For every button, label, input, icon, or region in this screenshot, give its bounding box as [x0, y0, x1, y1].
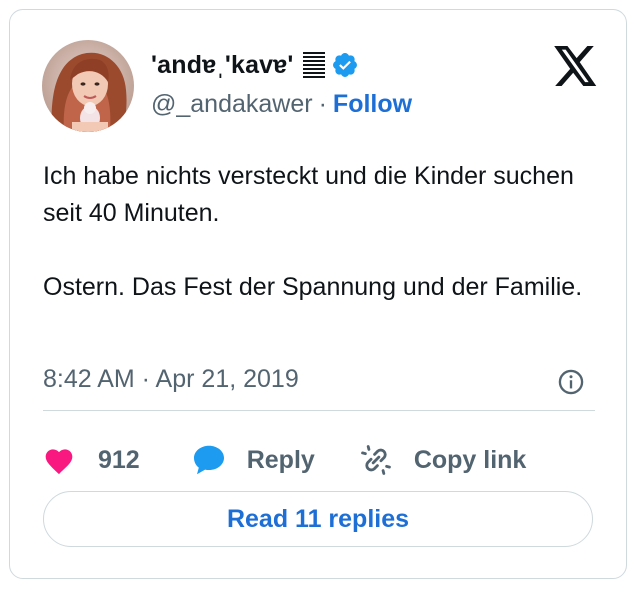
verified-badge-icon: [332, 53, 357, 77]
author-handle[interactable]: @_andakawer: [151, 90, 313, 119]
divider: [43, 410, 595, 411]
copy-link-button[interactable]: Copy link: [359, 443, 527, 477]
follow-button[interactable]: Follow: [333, 90, 412, 119]
tweet-paragraph: Ich habe nichts versteckt und die Kinder…: [43, 162, 574, 227]
author-display-name[interactable]: 'andɐˌ'kavɐ': [151, 51, 294, 80]
copy-link-label: Copy link: [413, 445, 527, 474]
reply-button[interactable]: Reply: [191, 442, 315, 478]
author-name-row[interactable]: 'andɐˌ'kavɐ': [151, 48, 359, 82]
heart-icon: [45, 449, 73, 475]
like-button[interactable]: 912: [43, 445, 140, 475]
horizontal-lines-icon: [302, 51, 325, 79]
like-count: 912: [98, 445, 140, 474]
avatar[interactable]: [42, 40, 134, 132]
author-handle-row: @_andakawer · Follow: [151, 90, 412, 119]
x-logo-icon[interactable]: [554, 46, 598, 86]
reply-label: Reply: [246, 445, 315, 474]
info-icon[interactable]: [557, 368, 585, 396]
action-bar: 912 Reply Copy link: [43, 438, 526, 482]
speech-bubble-icon: [193, 445, 224, 475]
read-replies-button[interactable]: Read 11 replies: [43, 491, 593, 547]
tweet-paragraph: Ostern. Das Fest der Spannung und der Fa…: [43, 273, 583, 301]
tweet-card: 'andɐˌ'kavɐ' @_andakawer · Follow Ich ha…: [9, 9, 627, 579]
tweet-text: Ich habe nichts versteckt und die Kinder…: [43, 158, 603, 306]
tweet-timestamp[interactable]: 8:42 AM · Apr 21, 2019: [43, 365, 299, 394]
separator-dot: ·: [318, 90, 327, 118]
link-icon: [360, 445, 391, 475]
